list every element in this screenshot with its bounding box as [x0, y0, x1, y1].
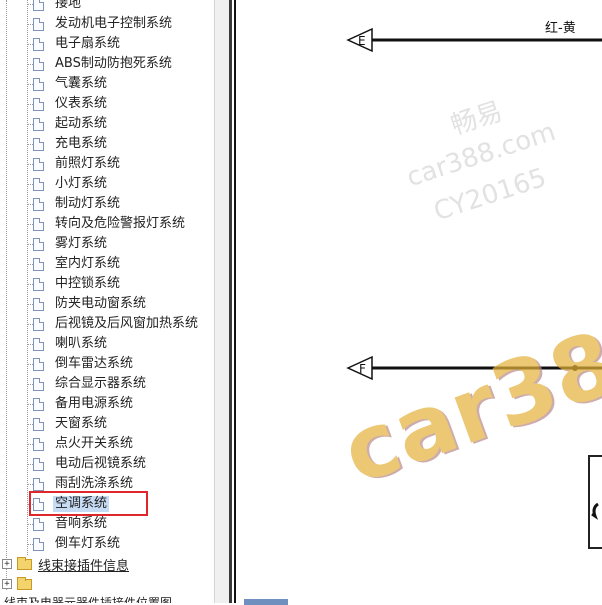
document-icon [33, 177, 44, 191]
document-icon [33, 317, 44, 331]
tree-item-label[interactable]: 天窗系统 [53, 416, 109, 432]
connector-e-label: E [358, 34, 366, 48]
document-icon [33, 157, 44, 171]
pane-splitter[interactable] [214, 0, 230, 603]
folder-icon [17, 576, 32, 590]
tree-item-label[interactable]: 点火开关系统 [53, 436, 135, 452]
document-icon [33, 77, 44, 91]
diagram-canvas: E F [234, 0, 602, 603]
tree-item[interactable]: 后视镜及后风窗加热系统 [33, 314, 200, 334]
tree-item[interactable]: 中控锁系统 [33, 274, 122, 294]
document-icon [33, 57, 44, 71]
tree-item-label[interactable]: 发动机电子控制系统 [53, 16, 174, 32]
tree-item[interactable]: 转向及危险警报灯系统 [33, 214, 187, 234]
tree-pane: 接地发动机电子控制系统 电子扇系统 ABS制动防抱死系统 气囊系统仪表系统起动系统充电… [0, 0, 214, 603]
tree-item[interactable]: 制动灯系统 [33, 194, 122, 214]
tree-item-label[interactable]: 雨刮洗涤系统 [53, 476, 135, 492]
tree-item[interactable]: 充电系统 [33, 134, 109, 154]
tree-item-label[interactable]: 电子扇系统 [53, 36, 122, 52]
tree-item[interactable]: 音响系统 [33, 514, 109, 534]
tree-item-label[interactable]: 转向及危险警报灯系统 [53, 216, 187, 232]
tree-item-label[interactable]: 小灯系统 [53, 176, 109, 192]
wire-color-label: 红-黄 [545, 21, 576, 36]
tree-item[interactable]: 防夹电动窗系统 [33, 294, 148, 314]
tree-item-label[interactable]: ABS制动防抱死系统 [53, 56, 174, 72]
tree-item-label[interactable]: 后视镜及后风窗加热系统 [53, 316, 200, 332]
connector-f-label: F [359, 362, 366, 376]
tree-folder-connector-info[interactable]: + 线束接插件信息 [2, 555, 129, 574]
tree-item[interactable]: 起动系统 [33, 114, 109, 134]
tree-item[interactable]: 电子扇系统 [33, 34, 122, 54]
tree-item[interactable]: 小灯系统 [33, 174, 109, 194]
tree-item[interactable]: ABS制动防抱死系统 [33, 54, 174, 74]
document-icon [33, 37, 44, 51]
tree-item[interactable]: 倒车灯系统 [33, 534, 122, 554]
tree-item-label[interactable]: 仪表系统 [53, 96, 109, 112]
tree-item[interactable]: 接地 [33, 0, 83, 14]
tree-item-label[interactable]: 充电系统 [53, 136, 109, 152]
document-icon [33, 117, 44, 131]
tree-item[interactable]: 雾灯系统 [33, 234, 109, 254]
component-box [588, 455, 602, 549]
tree-item[interactable]: 倒车雷达系统 [33, 354, 135, 374]
tree-folder-2[interactable]: + [2, 575, 38, 593]
tree-root-guide-line [6, 0, 7, 590]
document-icon [33, 237, 44, 251]
document-icon [33, 477, 44, 491]
document-icon [33, 357, 44, 371]
tree-item-label[interactable]: 音响系统 [53, 516, 109, 532]
tree-item[interactable]: 电动后视镜系统 [33, 454, 148, 474]
tree-item-label[interactable]: 倒车雷达系统 [53, 356, 135, 372]
tree-item-label[interactable]: 气囊系统 [53, 76, 109, 92]
tree-item-label[interactable]: 喇叭系统 [53, 336, 109, 352]
tree-item-label[interactable]: 防夹电动窗系统 [53, 296, 148, 312]
folder-icon [17, 556, 32, 570]
tree-folder-label[interactable]: 线束接插件信息 [38, 555, 129, 574]
document-icon [33, 397, 44, 411]
document-icon [33, 297, 44, 311]
document-icon [33, 277, 44, 291]
document-icon [33, 197, 44, 211]
document-icon [33, 217, 44, 231]
document-icon [33, 17, 44, 31]
tree-item-label[interactable]: 起动系统 [53, 116, 109, 132]
tree-item[interactable]: 综合显示器系统 [33, 374, 148, 394]
tree-item[interactable]: 备用电源系统 [33, 394, 135, 414]
tree-item[interactable]: 仪表系统 [33, 94, 109, 114]
highlight-box [29, 491, 148, 516]
tree-item[interactable]: 气囊系统 [33, 74, 109, 94]
expand-icon[interactable]: + [2, 579, 12, 589]
tree-item[interactable]: 点火开关系统 [33, 434, 135, 454]
tree-item-label[interactable]: 备用电源系统 [53, 396, 135, 412]
tree-item[interactable]: 天窗系统 [33, 414, 109, 434]
document-icon [33, 457, 44, 471]
document-icon [33, 437, 44, 451]
tree-item[interactable]: 室内灯系统 [33, 254, 122, 274]
document-icon [33, 417, 44, 431]
document-icon [33, 0, 44, 11]
document-icon [33, 537, 44, 551]
document-icon [33, 377, 44, 391]
tree-item-label[interactable]: 室内灯系统 [53, 256, 122, 272]
tree-item-label[interactable]: 电动后视镜系统 [53, 456, 148, 472]
document-icon [33, 517, 44, 531]
tree-item-label[interactable]: 接地 [53, 0, 83, 12]
tree-item-label[interactable]: 雾灯系统 [53, 236, 109, 252]
tree-item[interactable]: 发动机电子控制系统 [33, 14, 174, 34]
tree-item-label[interactable]: 中控锁系统 [53, 276, 122, 292]
tree-item-label[interactable]: 综合显示器系统 [53, 376, 148, 392]
tree-item-label[interactable]: 前照灯系统 [53, 156, 122, 172]
tree-item[interactable]: 前照灯系统 [33, 154, 122, 174]
document-icon [33, 137, 44, 151]
document-icon [33, 97, 44, 111]
bottom-tab[interactable] [244, 599, 288, 605]
tree-item-label[interactable]: 倒车灯系统 [53, 536, 122, 552]
tree-bottom-label[interactable]: 线束及电器元器件插接件位置图 [4, 594, 172, 603]
expand-icon[interactable]: + [2, 559, 12, 569]
tree-item[interactable]: 喇叭系统 [33, 334, 109, 354]
tree-item-label[interactable]: 制动灯系统 [53, 196, 122, 212]
document-icon [33, 257, 44, 271]
document-icon [33, 337, 44, 351]
wiring-diagram: E F 红-黄 畅易 car388.com CY20165 car388.c [232, 0, 602, 603]
